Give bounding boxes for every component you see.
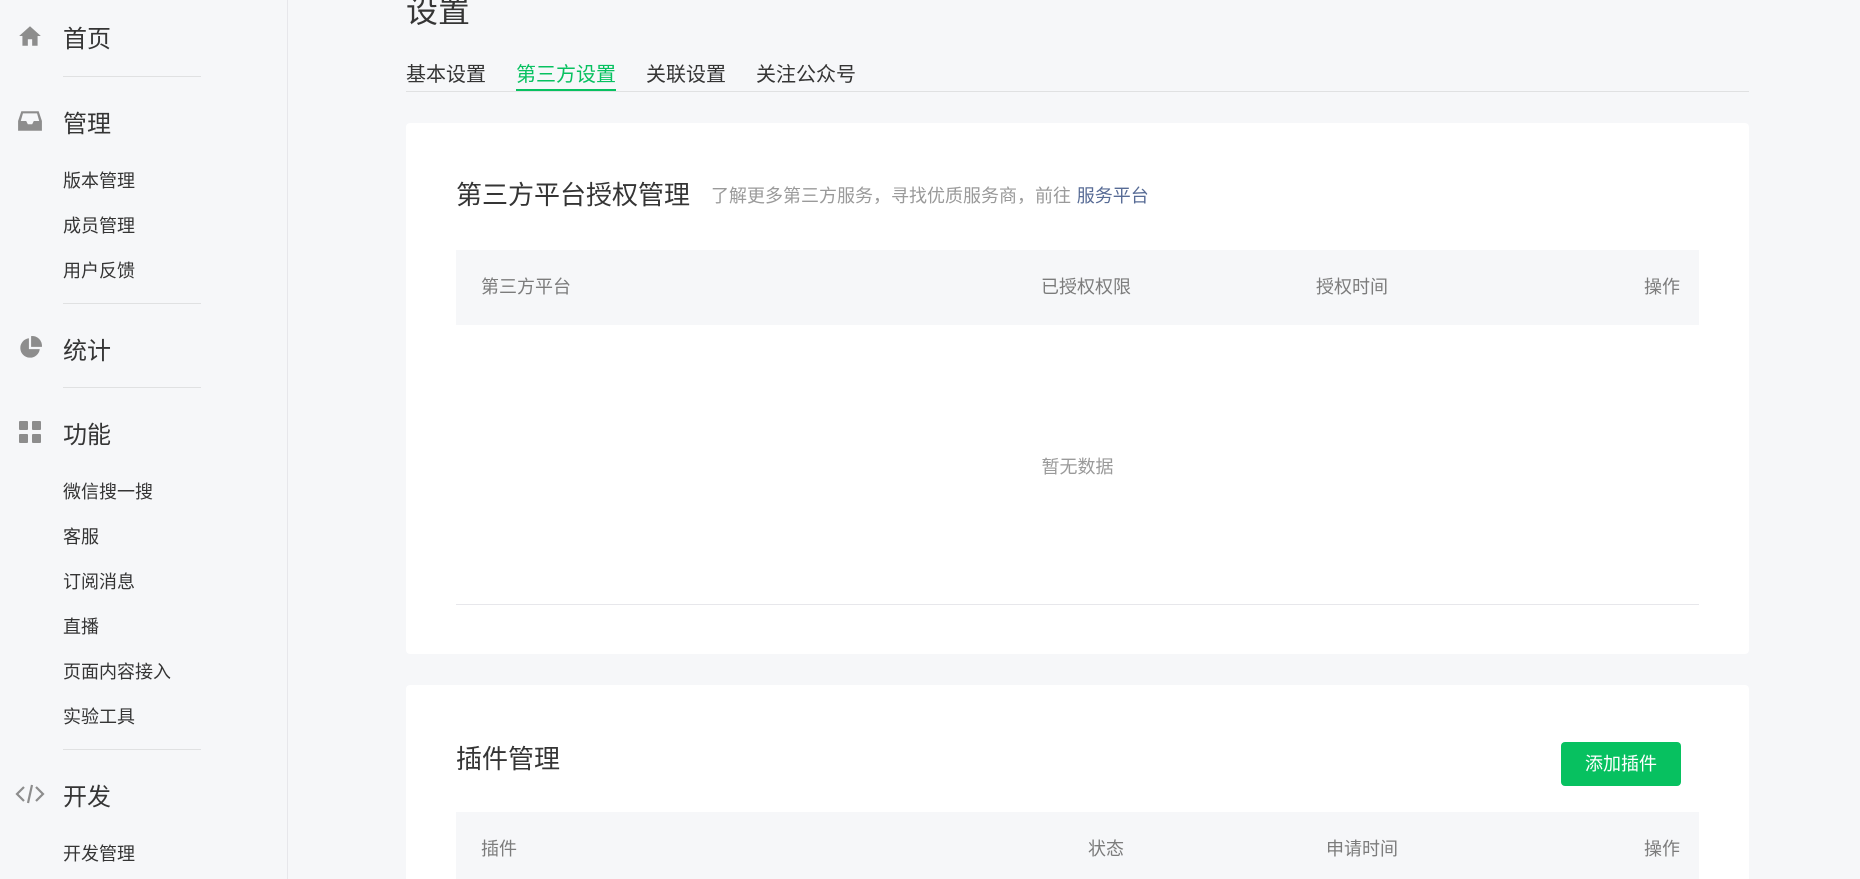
sidebar-item-label: 首页 bbox=[63, 24, 111, 53]
column-header-permissions: 已授权权限 bbox=[1041, 277, 1131, 298]
sidebar-item-page-content[interactable]: 页面内容接入 bbox=[63, 660, 171, 686]
card-title: 插件管理 bbox=[456, 745, 561, 775]
divider bbox=[63, 749, 201, 750]
inbox-icon bbox=[15, 106, 45, 136]
divider bbox=[63, 76, 201, 77]
sidebar-item-live[interactable]: 直播 bbox=[63, 615, 99, 641]
sidebar-item-manage[interactable]: 管理 bbox=[0, 101, 288, 141]
home-icon bbox=[15, 21, 45, 51]
sidebar-item-customer-service[interactable]: 客服 bbox=[63, 525, 99, 551]
tab-follow-official-account[interactable]: 关注公众号 bbox=[756, 58, 856, 91]
sidebar-item-home[interactable]: 首页 bbox=[0, 16, 288, 56]
table-bottom-border bbox=[456, 604, 1699, 605]
sidebar-item-dev-management[interactable]: 开发管理 bbox=[63, 842, 135, 868]
card-description: 了解更多第三方服务，寻找优质服务商，前往 服务平台 bbox=[711, 182, 1149, 208]
column-header-plugin: 插件 bbox=[481, 839, 517, 860]
card-description-text: 了解更多第三方服务，寻找优质服务商，前往 bbox=[711, 186, 1071, 207]
column-header-status: 状态 bbox=[1088, 839, 1124, 860]
sidebar-item-label: 管理 bbox=[63, 109, 111, 138]
sidebar-item-dev[interactable]: 开发 bbox=[0, 774, 288, 814]
tab-third-party-settings[interactable]: 第三方设置 bbox=[516, 58, 616, 91]
settings-tabs: 基本设置 第三方设置 关联设置 关注公众号 bbox=[406, 50, 1749, 92]
table-header: 第三方平台 已授权权限 授权时间 操作 bbox=[456, 250, 1699, 325]
plugin-management-card: 插件管理 添加插件 插件 状态 申请时间 操作 bbox=[406, 685, 1749, 879]
sidebar-item-member-management[interactable]: 成员管理 bbox=[63, 214, 135, 240]
column-header-platform: 第三方平台 bbox=[481, 277, 571, 298]
divider bbox=[63, 387, 201, 388]
grid-icon bbox=[15, 417, 45, 447]
sidebar-item-wechat-search[interactable]: 微信搜一搜 bbox=[63, 480, 153, 506]
page-title: 设置 bbox=[406, 0, 471, 30]
sidebar-item-label: 统计 bbox=[63, 336, 111, 365]
add-plugin-button[interactable]: 添加插件 bbox=[1561, 742, 1681, 786]
table-header: 插件 状态 申请时间 操作 bbox=[456, 812, 1699, 879]
code-icon bbox=[15, 779, 45, 809]
tab-basic-settings[interactable]: 基本设置 bbox=[406, 58, 486, 91]
tab-association-settings[interactable]: 关联设置 bbox=[646, 58, 726, 91]
sidebar-item-label: 开发 bbox=[63, 782, 111, 811]
sidebar-item-version-management[interactable]: 版本管理 bbox=[63, 169, 135, 195]
sidebar-item-label: 功能 bbox=[63, 420, 111, 449]
service-platform-link[interactable]: 服务平台 bbox=[1077, 186, 1149, 207]
sidebar-item-user-feedback[interactable]: 用户反馈 bbox=[63, 259, 135, 285]
pie-chart-icon bbox=[15, 333, 45, 363]
sidebar: 首页 管理 版本管理 成员管理 用户反馈 统计 功能 微信搜一搜 客服 订阅消息… bbox=[0, 0, 288, 879]
third-party-auth-card: 第三方平台授权管理 了解更多第三方服务，寻找优质服务商，前往 服务平台 第三方平… bbox=[406, 123, 1749, 654]
sidebar-item-experiment-tools[interactable]: 实验工具 bbox=[63, 705, 135, 731]
divider bbox=[63, 303, 201, 304]
column-header-action: 操作 bbox=[1644, 277, 1680, 298]
sidebar-item-features[interactable]: 功能 bbox=[0, 412, 288, 452]
empty-state-text: 暂无数据 bbox=[1041, 457, 1114, 478]
column-header-apply-time: 申请时间 bbox=[1326, 839, 1398, 860]
card-title: 第三方平台授权管理 bbox=[456, 181, 691, 211]
sidebar-item-subscribe-message[interactable]: 订阅消息 bbox=[63, 570, 135, 596]
column-header-auth-time: 授权时间 bbox=[1316, 277, 1388, 298]
sidebar-item-stats[interactable]: 统计 bbox=[0, 328, 288, 368]
column-header-action: 操作 bbox=[1644, 839, 1680, 860]
